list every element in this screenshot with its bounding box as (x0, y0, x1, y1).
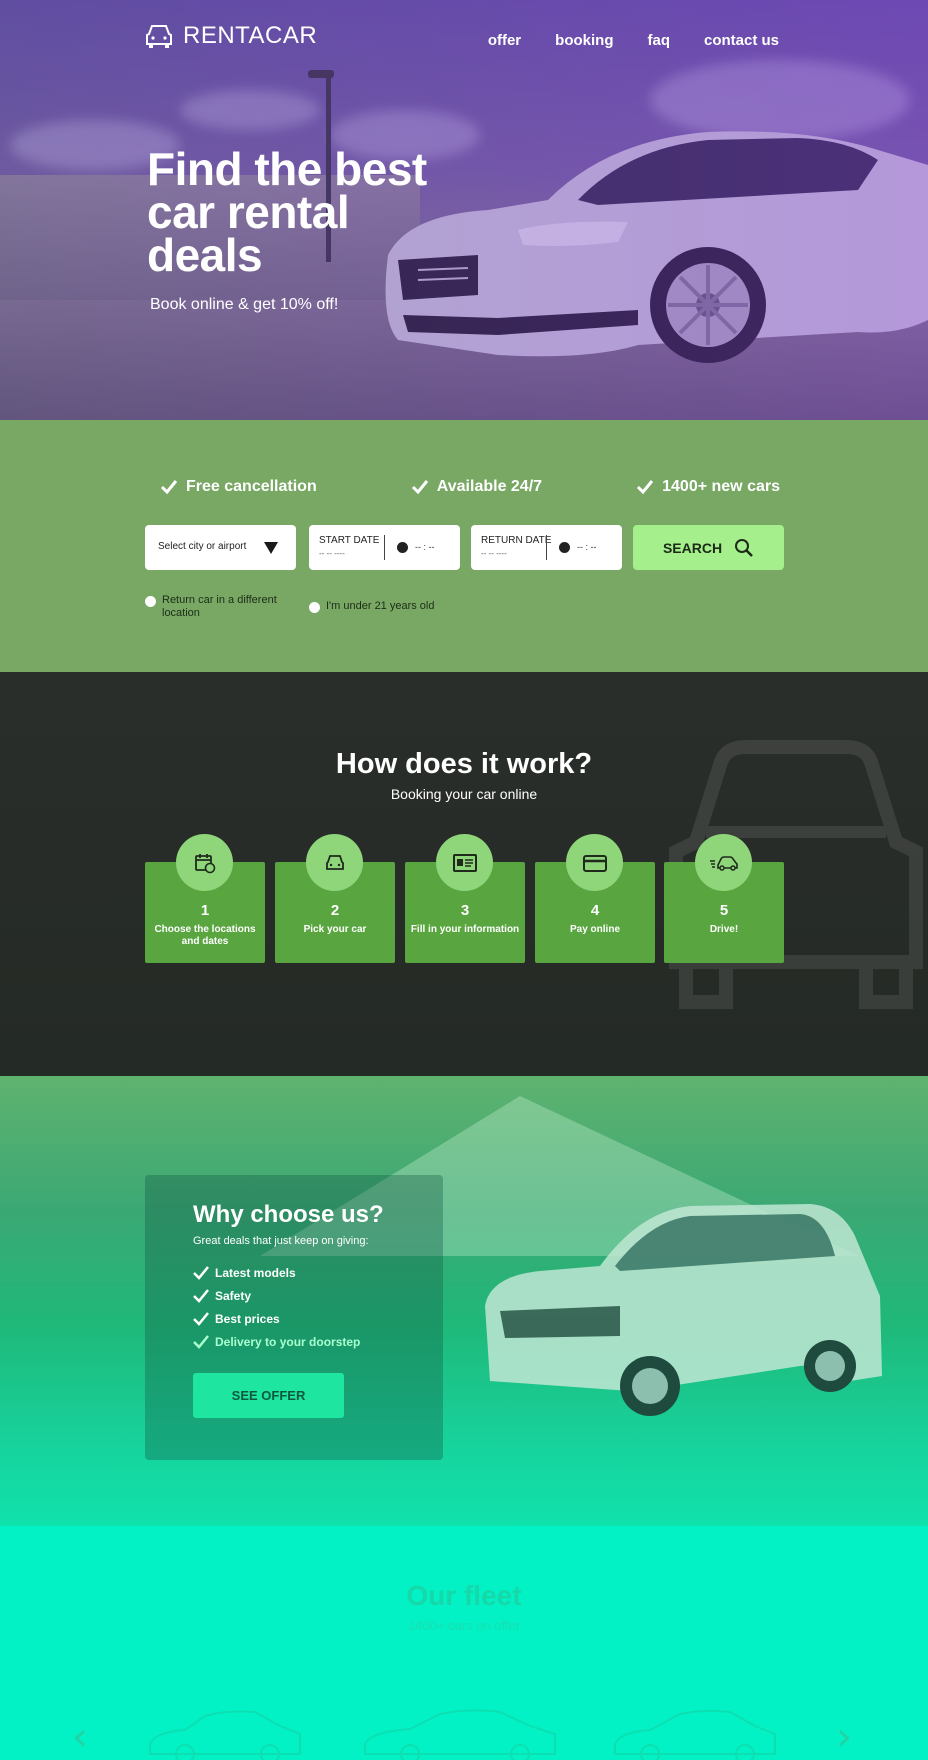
benefit-label: Latest models (215, 1265, 296, 1280)
field-divider (384, 535, 385, 560)
step-icon-circle (306, 834, 363, 891)
how-subtitle: Booking your car online (390, 786, 538, 802)
step-text: Pick your car (303, 924, 367, 935)
feature-label: Available 24/7 (436, 478, 543, 495)
hero-section: RENTACAR offer booking faq contact us Fi… (0, 0, 928, 420)
how-title: How does it work? (335, 748, 593, 780)
step-number: 4 (590, 902, 600, 919)
nav-menu: offer booking faq contact us (488, 32, 779, 49)
radio-button[interactable] (309, 602, 320, 613)
step-icon-circle (695, 834, 752, 891)
return-time-value[interactable]: -- : -- (577, 542, 597, 552)
fleet-car-image[interactable] (145, 1704, 305, 1760)
step-number: 1 (200, 902, 210, 919)
step-number: 2 (330, 902, 340, 919)
start-date-label: START DATE (319, 535, 380, 546)
search-button-label: SEARCH (662, 539, 723, 556)
clock-icon (559, 542, 570, 553)
nav-link-booking[interactable]: booking (555, 32, 613, 49)
carousel-prev-icon[interactable]: ‹ (72, 1714, 88, 1760)
search-button[interactable]: SEARCH (633, 525, 784, 570)
benefit-item: Delivery to your doorstep (193, 1330, 360, 1353)
radio-button[interactable] (145, 596, 156, 607)
brand-name: RENTACAR (183, 22, 318, 49)
why-title: Why choose us? (193, 1201, 384, 1228)
why-card: Why choose us? Great deals that just kee… (145, 1175, 443, 1460)
car-icon (325, 854, 344, 870)
city-select[interactable]: Select city or airport (145, 525, 296, 570)
top-nav: RENTACAR offer booking faq contact us (145, 22, 785, 62)
check-icon (193, 1265, 209, 1280)
feature-label: Free cancellation (186, 478, 317, 495)
check-icon (193, 1311, 209, 1326)
city-select-placeholder: Select city or airport (158, 541, 247, 552)
start-date-value[interactable]: -- -- ---- (319, 549, 345, 558)
dropdown-triangle-icon (264, 542, 278, 554)
step-text: Choose the locations and dates (154, 924, 256, 947)
start-time-value[interactable]: -- : -- (415, 542, 435, 552)
benefits-list: Latest models Safety Best prices Deliver… (193, 1261, 360, 1353)
return-date-label: RETURN DATE (481, 535, 552, 546)
moving-car-icon (709, 855, 738, 871)
return-date-value[interactable]: -- -- ---- (481, 549, 507, 558)
fleet-title: Our fleet (406, 1580, 522, 1611)
feature-item: 1400+ new cars (636, 478, 780, 496)
check-icon (637, 480, 654, 495)
how-it-works-section: How does it work? Booking your car onlin… (0, 672, 928, 1076)
fleet-section: Our fleet 1400+ cars on offer ‹ › (0, 1526, 928, 1760)
check-icon (193, 1288, 209, 1303)
hero-title-line: deals (147, 229, 263, 281)
benefit-label: Safety (215, 1288, 252, 1303)
field-divider (546, 535, 547, 560)
feature-item: Free cancellation (160, 478, 317, 496)
benefit-label: Delivery to your doorstep (215, 1334, 361, 1349)
check-icon (193, 1334, 209, 1349)
option-under-21[interactable]: I'm under 21 years old (309, 600, 435, 613)
start-date-field[interactable]: START DATE -- -- ---- -- : -- (309, 525, 460, 570)
search-icon (735, 538, 753, 557)
why-subtitle: Great deals that just keep on giving: (193, 1235, 369, 1247)
nav-link-contact[interactable]: contact us (704, 32, 779, 49)
nav-link-faq[interactable]: faq (647, 32, 670, 49)
car-logo-icon (146, 25, 172, 48)
step-text: Drive! (709, 924, 739, 935)
search-section: Free cancellation Available 24/7 1400+ n… (0, 420, 928, 672)
id-card-icon (452, 853, 477, 872)
step-number: 5 (719, 902, 729, 919)
fleet-car-image[interactable] (610, 1704, 780, 1760)
step-icon-circle (176, 834, 233, 891)
step-text: Fill in your information (410, 924, 520, 935)
hero-title: Find the best car rental deals (147, 146, 467, 278)
check-icon (160, 480, 178, 495)
feature-label: 1400+ new cars (662, 478, 780, 495)
fleet-subtitle: 1400+ cars on offer (407, 1618, 521, 1633)
step-number: 3 (460, 902, 470, 919)
benefit-item: Safety (193, 1284, 360, 1307)
hero-subtitle: Book online & get 10% off! (150, 296, 339, 313)
clock-icon (397, 542, 408, 553)
benefit-label: Best prices (215, 1311, 280, 1326)
why-choose-us-section: Why choose us? Great deals that just kee… (0, 1076, 928, 1526)
feature-item: Available 24/7 (411, 478, 542, 496)
nav-link-offer[interactable]: offer (488, 32, 521, 49)
feature-list: Free cancellation Available 24/7 1400+ n… (160, 478, 780, 496)
calendar-icon (194, 853, 215, 873)
return-date-field[interactable]: RETURN DATE -- -- ---- -- : -- (471, 525, 622, 570)
benefit-item: Latest models (193, 1261, 360, 1284)
credit-card-icon (582, 854, 607, 872)
fleet-car-image[interactable] (360, 1704, 560, 1760)
step-icon-circle (566, 834, 623, 891)
step-text: Pay online (569, 924, 620, 935)
option-different-location[interactable]: Return car in a different location (145, 594, 295, 620)
carousel-next-icon[interactable]: › (836, 1714, 852, 1760)
see-offer-button[interactable]: SEE OFFER (193, 1373, 344, 1418)
check-icon (411, 480, 428, 495)
benefit-item: Best prices (193, 1307, 360, 1330)
option-label: I'm under 21 years old (326, 600, 435, 612)
brand-logo[interactable]: RENTACAR (145, 22, 317, 50)
suv-image (485, 1204, 882, 1416)
option-label: Return car in a different location (162, 594, 277, 619)
step-icon-circle (436, 834, 493, 891)
